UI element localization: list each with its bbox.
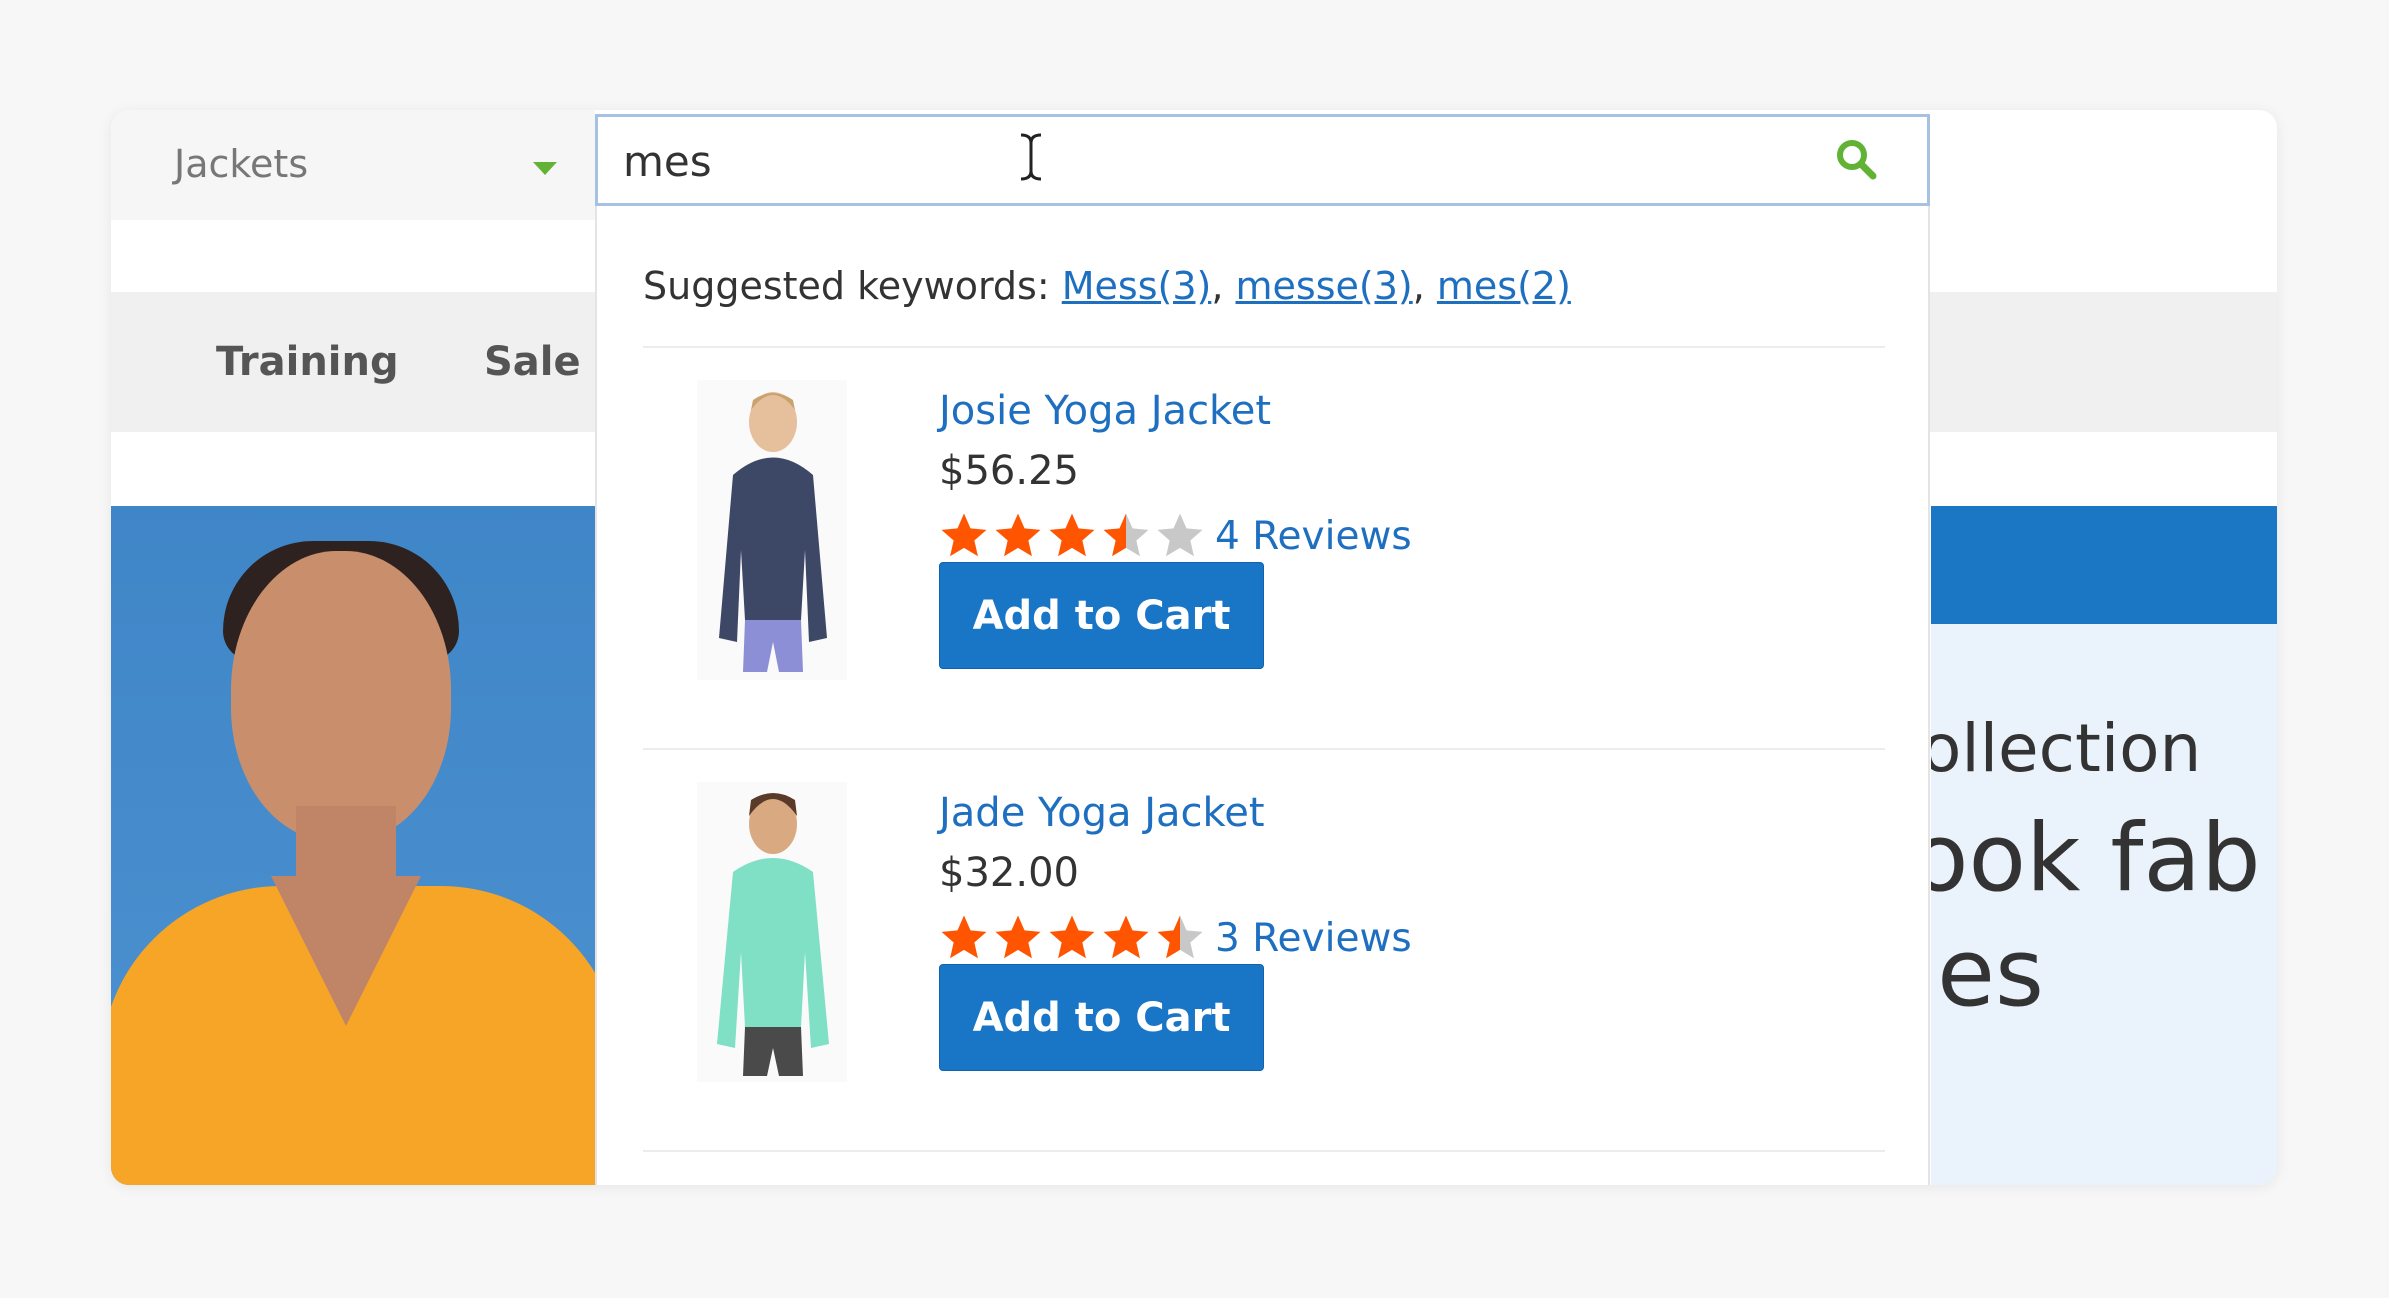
star-empty-icon [1157,513,1203,557]
star-filled-icon [941,915,987,959]
star-half-icon [1157,915,1203,959]
product-price: $32.00 [939,850,1079,896]
suggested-keyword-link[interactable]: mes(2) [1437,264,1571,308]
product-item[interactable]: Josie Yoga Jacket $56.25 4 Reviews Add t… [597,360,1928,760]
search-input[interactable]: mes [595,114,1930,206]
product-reviews-link[interactable]: 3 Reviews [1215,914,1412,964]
search-autocomplete-dropdown: Suggested keywords: Mess(3), messe(3), m… [595,206,1930,1185]
add-to-cart-button[interactable]: Add to Cart [939,562,1264,669]
suggested-keywords-label: Suggested keywords: [643,264,1050,308]
nav-item-training[interactable]: Training [216,338,399,386]
promo-tagline-line-1: ook fab i [1931,804,2277,913]
star-filled-icon [1049,915,1095,959]
product-reviews-link[interactable]: 4 Reviews [1215,512,1412,562]
promo-heading: ollection [1931,710,2202,787]
star-filled-icon [995,513,1041,557]
product-item[interactable]: Jade Yoga Jacket $32.00 3 Reviews Add to… [597,762,1928,1162]
hero-banner-image[interactable] [111,506,596,1185]
category-select-value: Jackets [174,142,309,186]
nav-item-sale[interactable]: Sale [484,338,581,386]
product-name-link[interactable]: Josie Yoga Jacket [939,386,1271,436]
product-name-link[interactable]: Jade Yoga Jacket [939,788,1265,838]
star-filled-icon [995,915,1041,959]
divider [643,1150,1885,1152]
promo-banner[interactable]: ollection ook fab i les [1931,624,2277,1185]
suggested-keyword-link[interactable]: Mess(3) [1062,264,1212,308]
search-icon[interactable] [1833,136,1879,182]
star-half-icon [1103,513,1149,557]
product-image[interactable] [697,380,847,680]
divider [643,346,1885,348]
text-cursor-icon [1020,133,1042,181]
star-filled-icon [941,513,987,557]
divider [643,748,1885,750]
product-rating-stars [937,910,1207,966]
search-input-value: mes [623,137,712,186]
suggested-keyword-link[interactable]: messe(3) [1236,264,1413,308]
add-to-cart-button[interactable]: Add to Cart [939,964,1264,1071]
product-rating-stars [937,508,1207,564]
product-price: $56.25 [939,448,1079,494]
promo-banner-band [1931,506,2277,624]
model-face [231,551,451,841]
promo-tagline-line-2: les [1931,919,2044,1028]
category-select[interactable]: Jackets [111,110,595,220]
product-image[interactable] [697,782,847,1082]
caret-down-icon[interactable] [533,162,557,175]
star-filled-icon [1103,915,1149,959]
suggested-keywords: Suggested keywords: Mess(3), messe(3), m… [643,264,1571,308]
star-filled-icon [1049,513,1095,557]
